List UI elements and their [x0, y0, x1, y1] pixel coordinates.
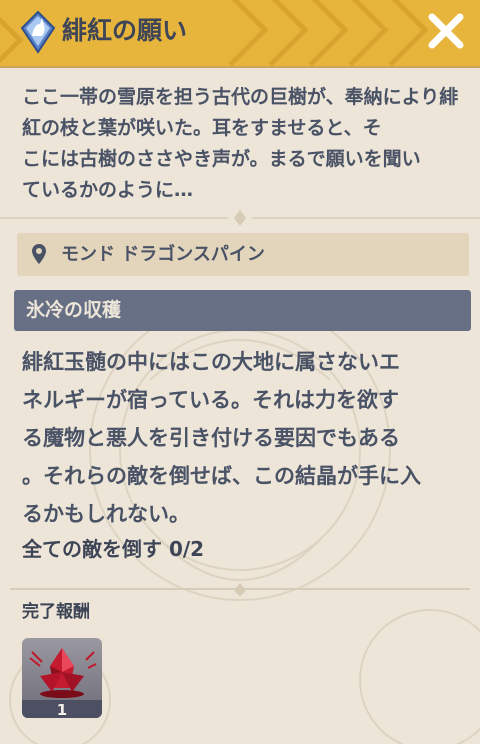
rewards-label: 完了報酬	[22, 602, 90, 622]
objective-description: 緋紅玉髄の中にはこの大地に属さないエ ネルギーが宿っている。それは力を欲す る魔…	[22, 350, 421, 526]
objective-progress: 全ての敵を倒す 0/2	[22, 537, 205, 561]
reward-count: 1	[56, 701, 68, 718]
quest-icon	[20, 10, 56, 54]
reward-item[interactable]: 1	[22, 638, 102, 718]
close-icon[interactable]	[424, 9, 468, 53]
section-divider	[10, 588, 470, 590]
window-title: 緋紅の願い	[62, 16, 188, 45]
crimson-agate-icon	[29, 648, 97, 698]
location-label: モンド ドラゴンスパイン	[61, 244, 265, 265]
location-pin-icon	[32, 244, 46, 264]
objective-header: 氷冷の収穫	[14, 290, 471, 331]
header-bar: 緋紅の願い	[0, 0, 480, 66]
quest-description: ここ一帯の雪原を担う古代の巨樹が、奉納により緋紅の枝と葉が咲いた。耳をすませると…	[22, 86, 459, 201]
objective-title: 氷冷の収穫	[26, 299, 122, 321]
header-divider	[0, 66, 480, 68]
reward-count-bar: 1	[22, 700, 102, 718]
location-box: モンド ドラゴンスパイン	[17, 233, 469, 276]
